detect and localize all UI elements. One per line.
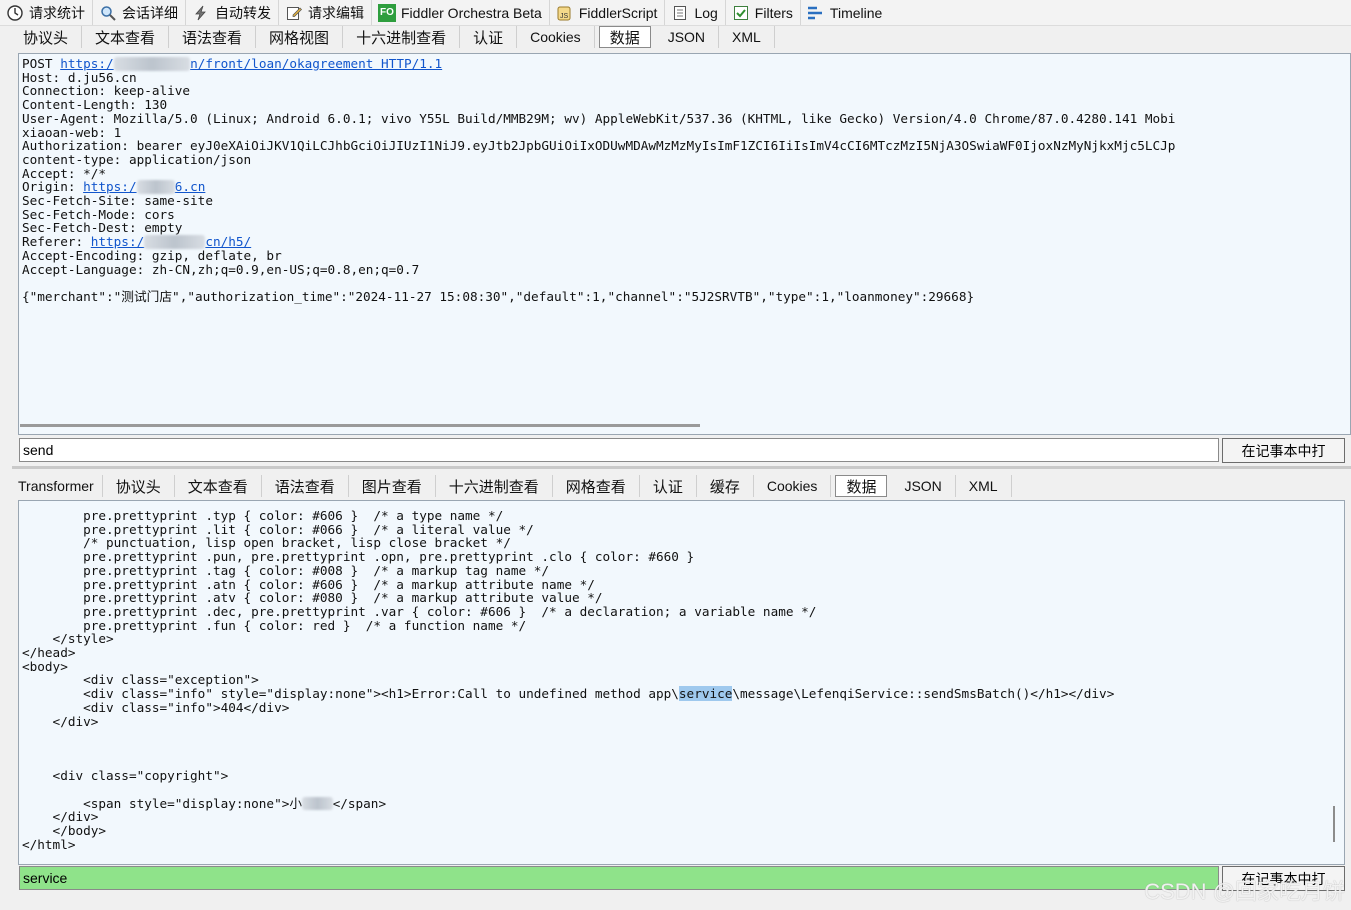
tab-orchestra-label: Fiddler Orchestra Beta (401, 4, 542, 21)
tab-statistics[interactable]: 请求统计 (0, 0, 93, 25)
fiddler-toolbar: 请求统计 会话详细 自动转发 请求编辑 FO Fiddler Orchestra… (0, 0, 1351, 26)
resp-tab-webview[interactable]: 网格查看 (553, 475, 640, 497)
resp-tab-imageview[interactable]: 图片查看 (349, 475, 436, 497)
request-header-line: Accept-Language: zh-CN,zh;q=0.9,en-US;q=… (22, 261, 420, 277)
tab-log[interactable]: Log (665, 0, 726, 25)
tab-inspectors[interactable]: 会话详细 (93, 0, 186, 25)
resp-tab-auth[interactable]: 认证 (640, 475, 697, 497)
response-line: <div class="copyright"> (22, 768, 229, 784)
response-line: </div> (22, 713, 99, 729)
tab-log-label: Log (694, 4, 718, 21)
request-open-notepad-button[interactable]: 在记事本中打 (1222, 438, 1345, 463)
log-icon (671, 4, 689, 22)
request-raw-text: POST https:/xxxxxxxxxxn/front/loan/okagr… (22, 57, 1175, 304)
script-icon: JS (556, 4, 574, 22)
req-tab-json[interactable]: JSON (655, 26, 720, 48)
pane-splitter[interactable] (12, 466, 1351, 469)
resp-tab-json[interactable]: JSON (891, 475, 956, 497)
tab-timeline[interactable]: Timeline (801, 0, 889, 25)
request-url-link[interactable]: https:/xxxxxxxxxxn/front/loan/okagreemen… (60, 56, 442, 71)
timeline-icon (807, 4, 825, 22)
resp-tab-xml[interactable]: XML (956, 475, 1012, 497)
resp-tab-cookies[interactable]: Cookies (754, 475, 832, 497)
request-horizontal-scrollbar[interactable] (20, 424, 700, 427)
fo-icon: FO (378, 3, 396, 22)
tab-composer[interactable]: 请求编辑 (279, 0, 372, 25)
search-highlight: service (678, 686, 733, 702)
watermark: CSDN @回家吃月饼 (1144, 879, 1345, 904)
resp-tab-raw[interactable]: 数据 (835, 475, 888, 497)
clock-icon (6, 4, 24, 22)
tab-statistics-label: 请求统计 (29, 5, 85, 22)
request-find-input[interactable]: send (19, 438, 1219, 462)
response-find-input[interactable]: service (19, 866, 1219, 890)
resp-tab-transformer[interactable]: Transformer (10, 475, 103, 497)
magnifier-icon (99, 4, 117, 22)
request-raw-pane[interactable]: POST https:/xxxxxxxxxxn/front/loan/okagr… (18, 53, 1351, 435)
filter-check-icon (732, 4, 750, 22)
tab-filters-label: Filters (754, 4, 793, 21)
svg-text:JS: JS (560, 13, 569, 20)
tab-inspectors-label: 会话详细 (122, 5, 178, 22)
response-raw-text: pre.prettyprint .typ { color: #606 } /* … (22, 509, 1114, 852)
request-header-line: User-Agent: Mozilla/5.0 (Linux; Android … (22, 110, 1176, 126)
response-inspector-tabs: Transformer 协议头 文本查看 语法查看 图片查看 十六进制查看 网格… (10, 474, 1012, 498)
tab-autoresponder[interactable]: 自动转发 (186, 0, 279, 25)
response-raw-pane[interactable]: pre.prettyprint .typ { color: #606 } /* … (18, 500, 1345, 865)
request-body: {"merchant":"测试门店","authorization_time":… (22, 288, 975, 304)
tab-composer-label: 请求编辑 (308, 5, 364, 22)
tab-orchestra[interactable]: FO Fiddler Orchestra Beta (372, 0, 550, 25)
req-tab-auth[interactable]: 认证 (460, 26, 518, 48)
req-tab-headers[interactable]: 协议头 (10, 26, 83, 48)
resp-tab-hexview[interactable]: 十六进制查看 (436, 475, 553, 497)
req-tab-syntaxview[interactable]: 语法查看 (169, 26, 257, 48)
req-tab-xml[interactable]: XML (719, 26, 775, 48)
req-tab-webforms[interactable]: 网格视图 (256, 26, 344, 48)
req-tab-cookies[interactable]: Cookies (517, 26, 595, 48)
request-inspector-tabs: 协议头 文本查看 语法查看 网格视图 十六进制查看 认证 Cookies 数据 … (10, 25, 775, 49)
req-tab-hexview[interactable]: 十六进制查看 (343, 26, 461, 48)
resp-tab-headers[interactable]: 协议头 (103, 475, 175, 497)
tab-filters[interactable]: Filters (726, 0, 801, 25)
resp-tab-syntaxview[interactable]: 语法查看 (262, 475, 349, 497)
req-tab-raw[interactable]: 数据 (598, 26, 651, 48)
response-line: </html> (22, 836, 76, 852)
edit-icon (285, 4, 303, 22)
tab-timeline-label: Timeline (829, 4, 883, 21)
tab-autoresponder-label: 自动转发 (215, 5, 271, 22)
lightning-icon (192, 4, 210, 22)
tab-fiddlerscript-label: FiddlerScript (578, 4, 658, 21)
tab-fiddlerscript[interactable]: JS FiddlerScript (550, 0, 666, 25)
resp-tab-caching[interactable]: 缓存 (697, 475, 754, 497)
response-vertical-scrollbar[interactable] (1333, 806, 1335, 842)
req-tab-textview[interactable]: 文本查看 (82, 26, 170, 48)
resp-tab-textview[interactable]: 文本查看 (175, 475, 262, 497)
